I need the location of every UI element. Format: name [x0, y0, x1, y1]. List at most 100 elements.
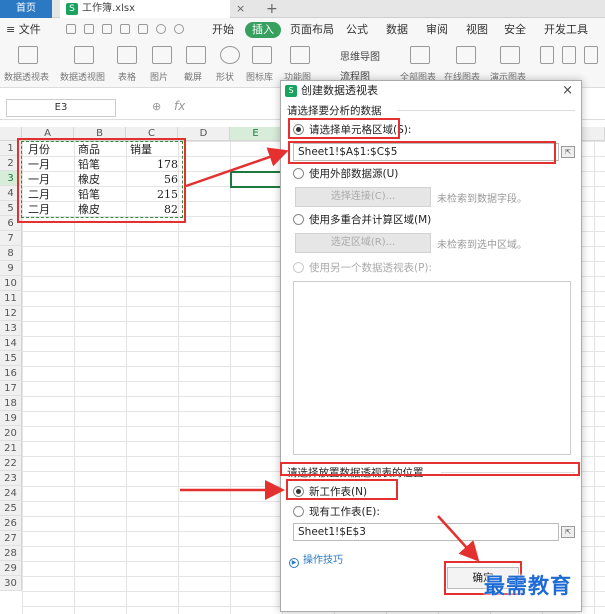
pie-chart-icon[interactable] — [584, 46, 598, 64]
file-menu[interactable]: ≡ 文件 — [6, 22, 41, 38]
row-header-7[interactable]: 7 — [0, 231, 22, 246]
menu-page-layout[interactable]: 页面布局 — [290, 22, 334, 38]
range-picker-icon[interactable]: ⇱ — [561, 146, 575, 158]
row-header-10[interactable]: 10 — [0, 276, 22, 291]
tab-home[interactable]: 首页 — [0, 0, 52, 18]
menu-view[interactable]: 视图 — [466, 22, 488, 38]
highlight-data-range — [17, 138, 186, 223]
row-header-20[interactable]: 20 — [0, 426, 22, 441]
tips-link[interactable]: ▶ 操作技巧 — [289, 551, 343, 568]
menu-insert[interactable]: 插入 — [245, 22, 281, 38]
row-header-23[interactable]: 23 — [0, 471, 22, 486]
menu-data[interactable]: 数据 — [386, 22, 408, 38]
row-header-14[interactable]: 14 — [0, 336, 22, 351]
row-header-9[interactable]: 9 — [0, 261, 22, 276]
screenshot-label: 截屏 — [184, 73, 203, 83]
menu-bar: ≡ 文件 开始 插入 页面布局 公式 数据 审阅 视图 安全 开发工具 — [0, 18, 605, 42]
row-header-18[interactable]: 18 — [0, 396, 22, 411]
picture-icon[interactable] — [152, 46, 172, 64]
shape-icon[interactable] — [220, 46, 240, 64]
table-icon[interactable] — [117, 46, 137, 64]
radio-other-pivot: 使用另一个数据透视表(P): — [293, 261, 432, 275]
row-header-16[interactable]: 16 — [0, 366, 22, 381]
row-header-21[interactable]: 21 — [0, 441, 22, 456]
row-header-15[interactable]: 15 — [0, 351, 22, 366]
row-header-29[interactable]: 29 — [0, 561, 22, 576]
pivot-list-box[interactable] — [293, 281, 571, 455]
save-icon[interactable] — [66, 24, 76, 34]
line-chart-icon[interactable] — [562, 46, 576, 64]
icon-library-icon[interactable] — [252, 46, 272, 64]
pivot-chart-icon[interactable] — [74, 46, 94, 64]
radio-dot — [293, 262, 304, 273]
column-header-e[interactable]: E — [230, 127, 282, 141]
radio-dot — [293, 506, 304, 517]
row-header-30[interactable]: 30 — [0, 576, 22, 591]
pivot-table-icon[interactable] — [18, 46, 38, 64]
app-logo-icon: S — [285, 85, 297, 97]
row-header-8[interactable]: 8 — [0, 246, 22, 261]
row-header-13[interactable]: 13 — [0, 321, 22, 336]
mindmap-button[interactable]: 思维导图 — [340, 48, 380, 63]
highlight-range-input — [288, 141, 556, 164]
radio-existing-sheet[interactable]: 现有工作表(E): — [293, 505, 380, 519]
search-icon[interactable]: ⊕ — [152, 100, 161, 113]
print-icon[interactable] — [102, 24, 112, 34]
row-header-25[interactable]: 25 — [0, 501, 22, 516]
function-chart-icon[interactable] — [290, 46, 310, 64]
row-header-27[interactable]: 27 — [0, 531, 22, 546]
undo-icon[interactable] — [156, 24, 166, 34]
title-tab-bar: 首页 S 工作簿.xlsx × + — [0, 0, 605, 18]
tab-workbook-label: 工作簿.xlsx — [82, 3, 136, 14]
menu-security[interactable]: 安全 — [504, 22, 526, 38]
export-icon[interactable] — [138, 24, 148, 34]
highlight-select-range-option — [288, 118, 400, 139]
dialog-title-bar[interactable]: S 创建数据透视表 — [281, 81, 581, 101]
menu-start[interactable]: 开始 — [212, 22, 234, 38]
row-header-22[interactable]: 22 — [0, 456, 22, 471]
section-analyze-data: 请选择要分析的数据 — [287, 105, 382, 117]
menu-formulas[interactable]: 公式 — [346, 22, 368, 38]
highlight-location-section — [280, 462, 580, 476]
radio-multi-consolidation[interactable]: 使用多重合并计算区域(M) — [293, 213, 431, 227]
radio-dot — [293, 214, 304, 225]
all-charts-icon[interactable] — [410, 46, 430, 64]
location-picker-icon[interactable]: ⇱ — [561, 526, 575, 538]
existing-location-input[interactable]: Sheet1!$E$3 — [293, 523, 559, 541]
preview-icon[interactable] — [120, 24, 130, 34]
radio-existing-sheet-label: 现有工作表(E): — [309, 506, 380, 518]
row-header-17[interactable]: 17 — [0, 381, 22, 396]
redo-icon[interactable] — [174, 24, 184, 34]
name-box[interactable]: E3 — [6, 99, 116, 117]
select-connection-button[interactable]: 选择连接(C)... — [295, 187, 431, 207]
row-header-28[interactable]: 28 — [0, 546, 22, 561]
menu-review[interactable]: 审阅 — [426, 22, 448, 38]
fx-icon[interactable]: fx — [174, 99, 185, 113]
close-tab-icon[interactable]: × — [236, 0, 245, 18]
picture-label: 图片 — [150, 73, 169, 83]
select-region-button[interactable]: 选定区域(R)... — [295, 233, 431, 253]
row-header-19[interactable]: 19 — [0, 411, 22, 426]
row-header-24[interactable]: 24 — [0, 486, 22, 501]
table-label: 表格 — [118, 73, 137, 83]
row-header-11[interactable]: 11 — [0, 291, 22, 306]
demo-chart-icon[interactable] — [500, 46, 520, 64]
dialog-title: 创建数据透视表 — [301, 84, 378, 97]
radio-other-pivot-label: 使用另一个数据透视表(P): — [309, 262, 433, 274]
online-chart-icon[interactable] — [456, 46, 476, 64]
hint-no-region: 未检索到选中区域。 — [437, 240, 527, 251]
screenshot-icon[interactable] — [186, 46, 206, 64]
open-icon[interactable] — [84, 24, 94, 34]
tab-workbook[interactable]: S 工作簿.xlsx — [60, 0, 230, 18]
active-cell-e3[interactable] — [230, 171, 284, 188]
row-header-26[interactable]: 26 — [0, 516, 22, 531]
menu-developer[interactable]: 开发工具 — [544, 22, 588, 38]
tips-link-label: 操作技巧 — [303, 555, 343, 566]
bar-chart-icon[interactable] — [540, 46, 554, 64]
close-icon[interactable]: × — [562, 83, 573, 98]
watermark-logo: 最需教育 — [484, 573, 572, 598]
row-header-12[interactable]: 12 — [0, 306, 22, 321]
pivot-table-label: 数据透视表 — [4, 73, 50, 83]
new-tab-icon[interactable]: + — [266, 0, 278, 18]
radio-external-source[interactable]: 使用外部数据源(U) — [293, 167, 398, 181]
